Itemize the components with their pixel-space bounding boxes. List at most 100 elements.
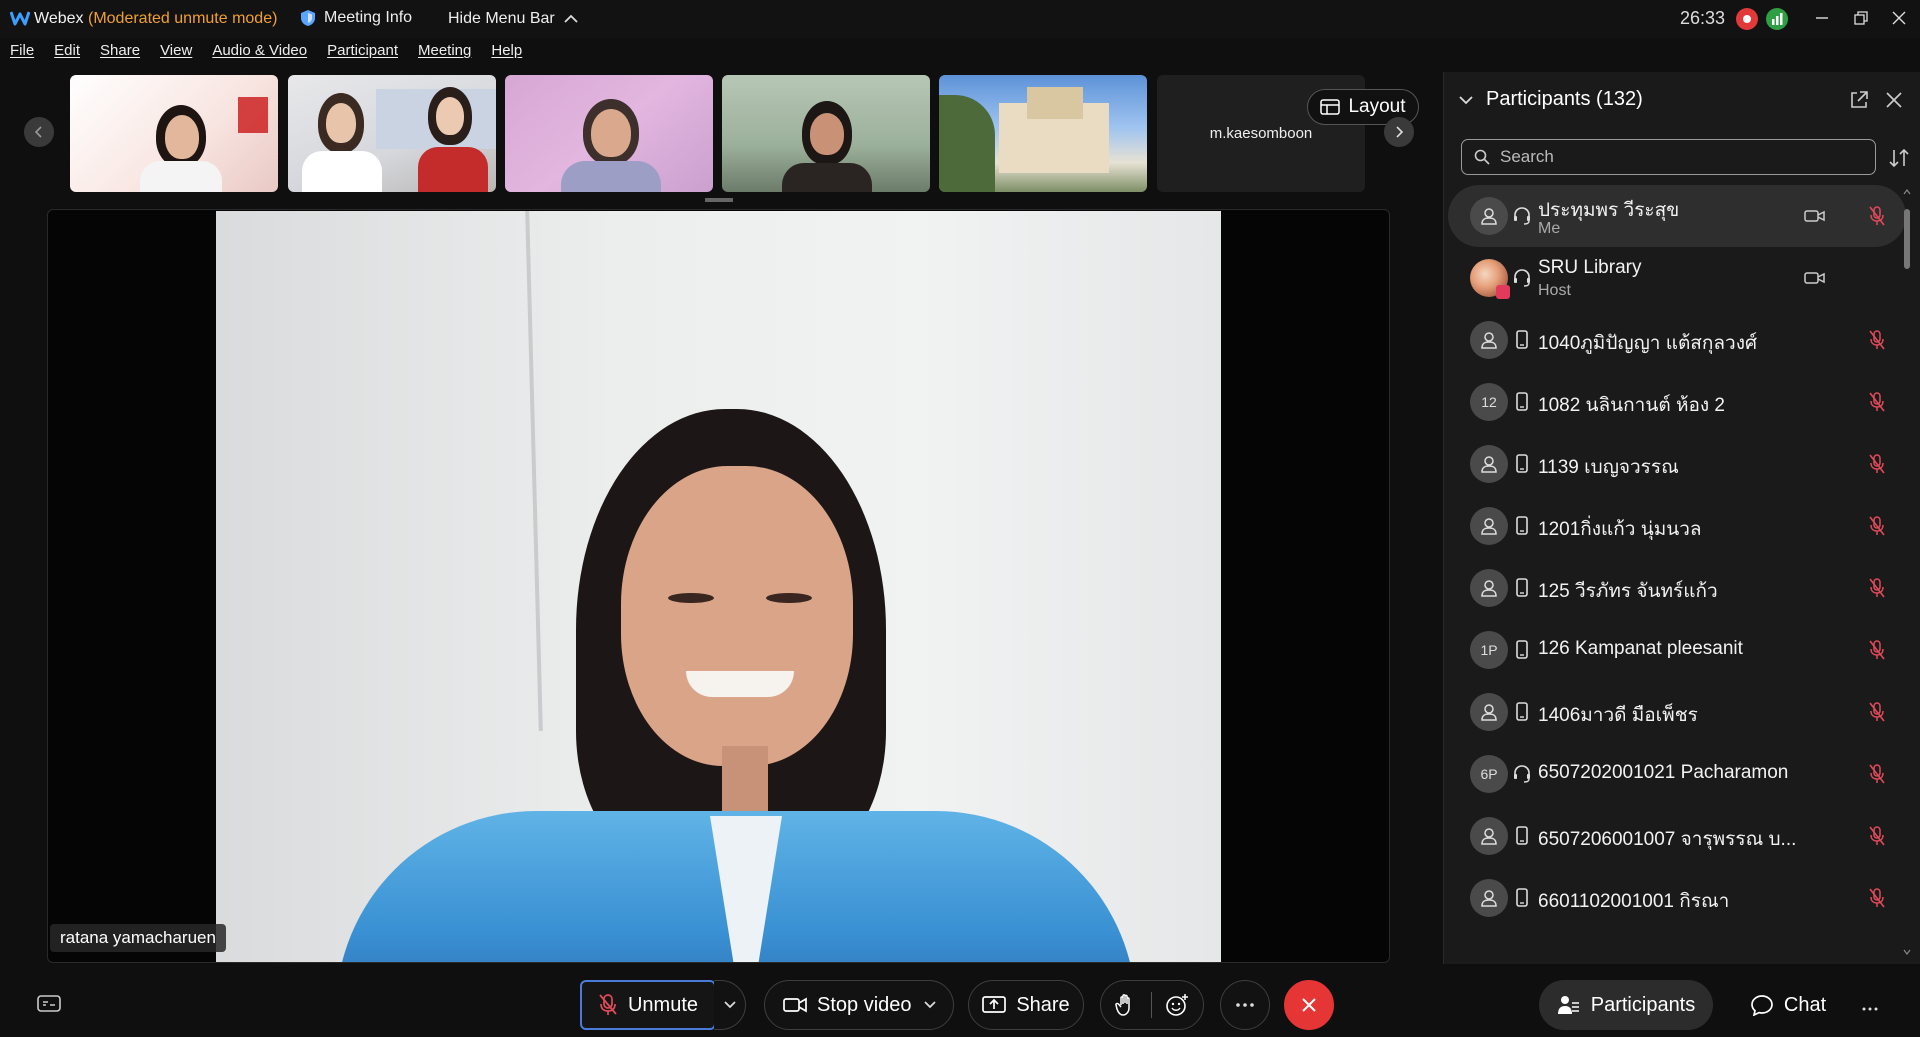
video-camera-icon[interactable] bbox=[1804, 207, 1826, 225]
network-stats-icon[interactable] bbox=[1766, 8, 1788, 30]
participant-row[interactable]: 1040ภูมิปัญญา แต้สกุลวงศ์ bbox=[1448, 309, 1906, 371]
connection-type bbox=[1512, 205, 1532, 227]
participant-row[interactable]: 6601102001001 กิรณา bbox=[1448, 867, 1906, 929]
speaker-smile bbox=[686, 671, 794, 697]
close-icon[interactable] bbox=[1884, 90, 1904, 110]
phone-icon bbox=[1516, 330, 1528, 349]
menu-meeting[interactable]: Meeting bbox=[418, 42, 471, 68]
closed-captions-icon[interactable] bbox=[36, 993, 62, 1015]
participants-tab-button[interactable]: Participants bbox=[1539, 980, 1713, 1030]
participant-name: 126 Kampanat pleesanit bbox=[1538, 638, 1743, 659]
participant-list-scrollbar[interactable] bbox=[1902, 185, 1912, 959]
avatar bbox=[1470, 197, 1508, 235]
more-panels-button[interactable] bbox=[1862, 995, 1878, 1018]
person-icon bbox=[1481, 890, 1497, 907]
person-icon bbox=[1481, 332, 1497, 349]
minimize-button[interactable] bbox=[1807, 5, 1837, 31]
menu-help[interactable]: Help bbox=[491, 42, 522, 68]
avatar bbox=[1470, 507, 1508, 545]
unmute-button[interactable]: Unmute bbox=[580, 980, 716, 1030]
headset-icon bbox=[1514, 207, 1530, 225]
video-tile-2[interactable] bbox=[288, 75, 496, 192]
participant-row[interactable]: 6507206001007 จารุพรรณ บ... bbox=[1448, 805, 1906, 867]
avatar bbox=[1470, 321, 1508, 359]
participant-row[interactable]: ประทุมพร วีระสุข Me bbox=[1448, 185, 1906, 247]
microphone-muted-icon[interactable] bbox=[1867, 390, 1887, 414]
participant-row[interactable]: 125 วีรภัทร จันทร์แก้ว bbox=[1448, 557, 1906, 619]
filmstrip-prev-button[interactable] bbox=[24, 117, 54, 147]
participant-row[interactable]: 1201กิ่งแก้ว นุ่มนวล bbox=[1448, 495, 1906, 557]
leave-meeting-button[interactable] bbox=[1284, 980, 1334, 1030]
restore-icon bbox=[1854, 11, 1868, 25]
layout-label: Layout bbox=[1348, 96, 1406, 117]
menu-share[interactable]: Share bbox=[100, 42, 140, 68]
scrollbar-thumb[interactable] bbox=[1904, 209, 1910, 269]
restore-button[interactable] bbox=[1846, 5, 1876, 31]
unmute-label: Unmute bbox=[627, 993, 699, 1016]
menu-file[interactable]: File bbox=[10, 42, 34, 68]
meeting-info-button[interactable]: Meeting Info bbox=[300, 9, 412, 27]
menu-bar: File Edit Share View Audio & Video Parti… bbox=[0, 42, 532, 68]
audio-options-button[interactable] bbox=[714, 980, 746, 1030]
microphone-muted-icon[interactable] bbox=[1867, 762, 1887, 786]
stop-video-button[interactable]: Stop video bbox=[764, 980, 954, 1030]
participant-row[interactable]: 6P 6507202001021 Pacharamon bbox=[1448, 743, 1906, 805]
building-tower bbox=[1027, 87, 1083, 119]
close-window-button[interactable] bbox=[1884, 5, 1914, 31]
microphone-muted-icon[interactable] bbox=[1867, 824, 1887, 848]
shield-icon bbox=[301, 10, 315, 26]
microphone-muted-icon[interactable] bbox=[1867, 700, 1887, 724]
chevron-down-icon[interactable] bbox=[923, 1000, 937, 1010]
microphone-muted-icon[interactable] bbox=[1867, 328, 1887, 352]
raise-hand-icon[interactable] bbox=[1115, 993, 1137, 1017]
participant-row[interactable]: 1406มาวดี มือเพ็ชร bbox=[1448, 681, 1906, 743]
connection-type bbox=[1512, 701, 1532, 723]
participants-panel-header[interactable]: Participants (132) bbox=[1458, 88, 1643, 111]
microphone-muted-icon[interactable] bbox=[1867, 638, 1887, 662]
video-tile-3[interactable] bbox=[505, 75, 713, 192]
person-icon bbox=[1481, 828, 1497, 845]
microphone-muted-icon[interactable] bbox=[1867, 452, 1887, 476]
avatar: 6P bbox=[1470, 755, 1508, 793]
reactions-smiley-icon[interactable] bbox=[1165, 993, 1189, 1017]
filmstrip-next-button[interactable] bbox=[1384, 117, 1414, 147]
pop-out-icon[interactable] bbox=[1849, 90, 1869, 110]
scroll-down-icon[interactable] bbox=[1903, 949, 1911, 955]
filmstrip-resize-handle[interactable] bbox=[705, 198, 733, 202]
stop-video-label: Stop video bbox=[817, 993, 912, 1016]
microphone-muted-icon[interactable] bbox=[1867, 204, 1887, 228]
participant-body bbox=[302, 151, 382, 192]
microphone-muted-icon[interactable] bbox=[1867, 514, 1887, 538]
menu-view[interactable]: View bbox=[160, 42, 192, 68]
menu-audio-video[interactable]: Audio & Video bbox=[212, 42, 307, 68]
participant-search-input[interactable] bbox=[1500, 147, 1860, 167]
menu-participant[interactable]: Participant bbox=[327, 42, 398, 68]
share-screen-icon bbox=[982, 996, 1007, 1013]
speaker-eye-right bbox=[766, 593, 812, 603]
participant-row[interactable]: 1P 126 Kampanat pleesanit bbox=[1448, 619, 1906, 681]
more-options-button[interactable] bbox=[1220, 980, 1270, 1030]
scroll-up-icon[interactable] bbox=[1903, 189, 1911, 195]
recording-icon[interactable] bbox=[1736, 8, 1758, 30]
participant-name: 6601102001001 กิรณา bbox=[1538, 891, 1730, 912]
hide-menu-bar-button[interactable]: Hide Menu Bar bbox=[448, 10, 579, 28]
video-camera-icon[interactable] bbox=[1804, 269, 1826, 287]
more-horizontal-icon bbox=[1236, 1003, 1254, 1007]
menu-edit[interactable]: Edit bbox=[54, 42, 80, 68]
share-button[interactable]: Share bbox=[968, 980, 1084, 1030]
video-tile-4[interactable] bbox=[722, 75, 930, 192]
participants-panel-title: Participants (132) bbox=[1486, 88, 1643, 110]
video-tile-1[interactable] bbox=[70, 75, 278, 192]
avatar bbox=[1470, 445, 1508, 483]
microphone-muted-icon[interactable] bbox=[1867, 576, 1887, 600]
participant-row[interactable]: SRU Library Host bbox=[1448, 247, 1906, 309]
participant-search-box[interactable] bbox=[1461, 139, 1876, 175]
signal-bars-icon bbox=[1772, 13, 1783, 25]
chat-tab-button[interactable]: Chat bbox=[1738, 980, 1838, 1030]
sort-icon[interactable] bbox=[1887, 146, 1911, 170]
microphone-muted-icon[interactable] bbox=[1867, 886, 1887, 910]
participant-row[interactable]: 12 1082 นลินกานต์ ห้อง 2 bbox=[1448, 371, 1906, 433]
layout-icon bbox=[1320, 99, 1341, 115]
video-tile-5[interactable] bbox=[939, 75, 1147, 192]
participant-row[interactable]: 1139 เบญจวรรณ bbox=[1448, 433, 1906, 495]
